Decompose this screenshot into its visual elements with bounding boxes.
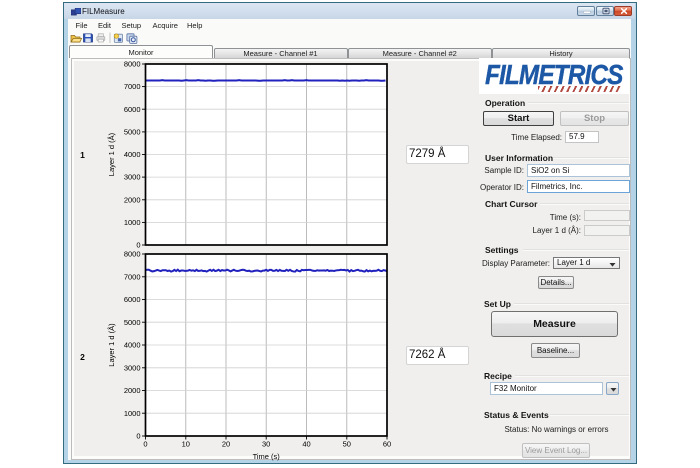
svg-text:30: 30 bbox=[262, 440, 270, 449]
svg-text:8000: 8000 bbox=[124, 60, 141, 69]
svg-text:5000: 5000 bbox=[124, 318, 141, 327]
svg-text:6000: 6000 bbox=[124, 295, 141, 304]
svg-text:40: 40 bbox=[302, 440, 310, 449]
svg-text:0: 0 bbox=[143, 440, 147, 449]
svg-text:7000: 7000 bbox=[124, 272, 141, 281]
svg-text:3000: 3000 bbox=[124, 363, 141, 372]
svg-text:1000: 1000 bbox=[124, 218, 141, 227]
svg-text:10: 10 bbox=[182, 440, 190, 449]
svg-text:Layer 1 d (Å): Layer 1 d (Å) bbox=[107, 323, 116, 367]
svg-text:0: 0 bbox=[136, 432, 140, 441]
svg-text:Layer 1 d (Å): Layer 1 d (Å) bbox=[107, 132, 116, 176]
svg-text:2: 2 bbox=[80, 352, 85, 362]
svg-text:4000: 4000 bbox=[124, 341, 141, 350]
svg-text:Time (s): Time (s) bbox=[253, 452, 281, 461]
svg-text:4000: 4000 bbox=[124, 150, 141, 159]
svg-text:6000: 6000 bbox=[124, 105, 141, 114]
svg-text:3000: 3000 bbox=[124, 173, 141, 182]
svg-text:2000: 2000 bbox=[124, 386, 141, 395]
svg-text:2000: 2000 bbox=[124, 195, 141, 204]
svg-text:1: 1 bbox=[80, 150, 85, 160]
svg-text:5000: 5000 bbox=[124, 128, 141, 137]
svg-text:60: 60 bbox=[383, 440, 391, 449]
svg-text:1000: 1000 bbox=[124, 409, 141, 418]
svg-text:8000: 8000 bbox=[124, 250, 141, 259]
svg-text:7000: 7000 bbox=[124, 82, 141, 91]
svg-text:50: 50 bbox=[343, 440, 351, 449]
svg-text:20: 20 bbox=[222, 440, 230, 449]
